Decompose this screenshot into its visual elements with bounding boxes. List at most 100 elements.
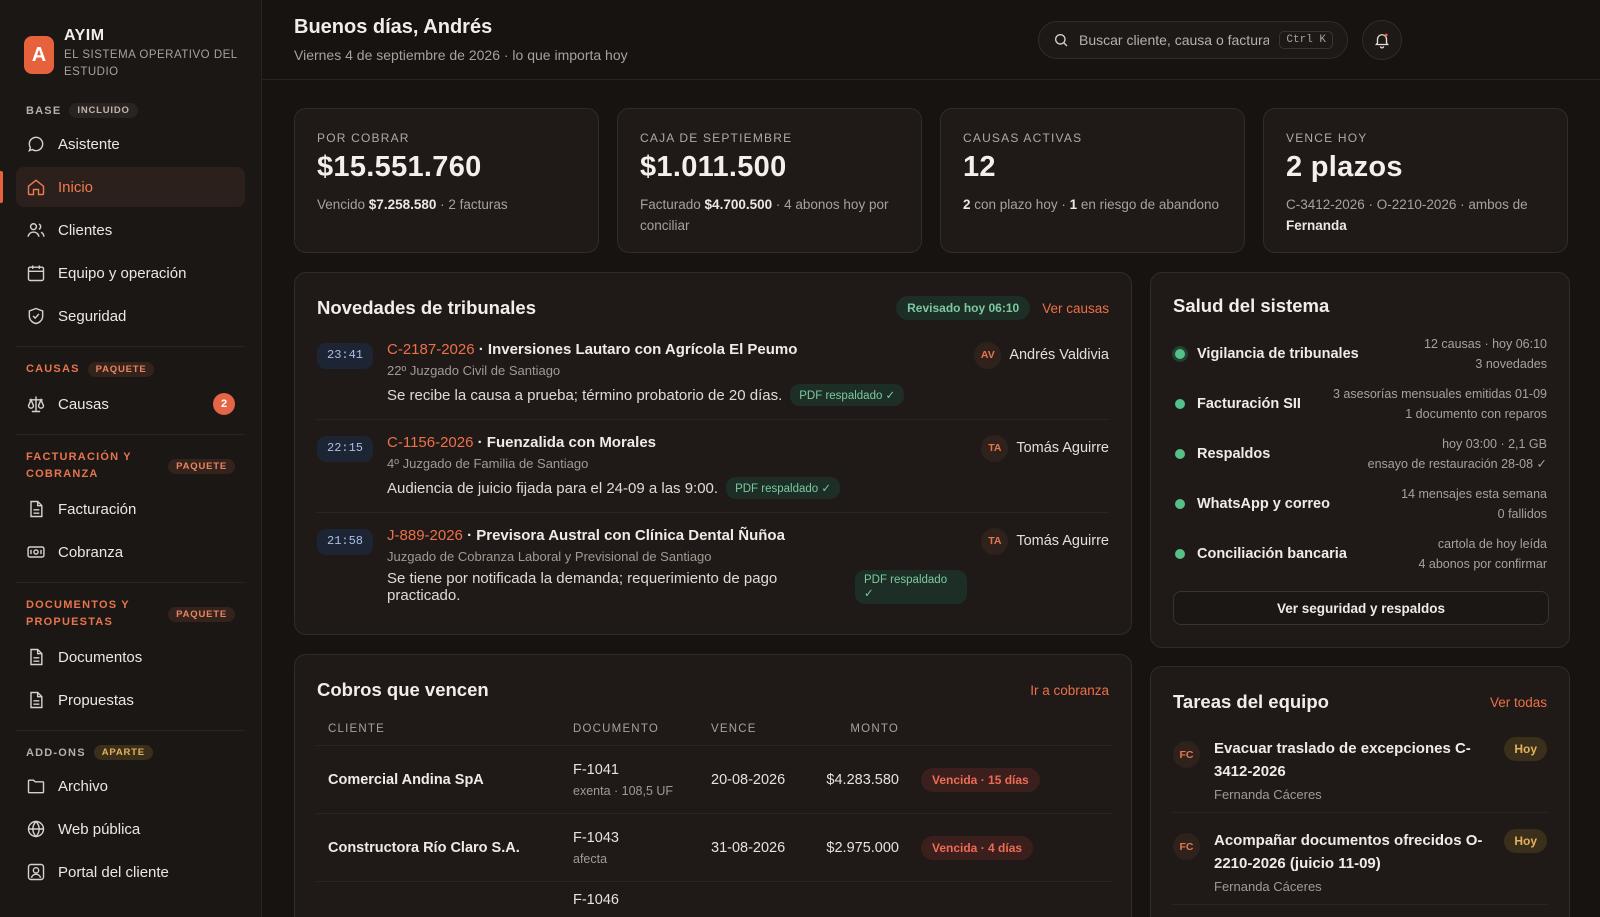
status-cell: Vencida · 4 días: [910, 813, 1112, 882]
kpi-desc: 2 con plazo hoy · 1 en riesgo de abandon…: [963, 197, 1219, 212]
sidebar-item-seguridad[interactable]: Seguridad: [16, 296, 245, 336]
sidebar-item-web-publica[interactable]: Web pública: [16, 809, 245, 849]
novedad-text: Se recibe la causa a prueba; término pro…: [387, 386, 783, 404]
health-meta: 14 mensajes esta semana 0 fallidos: [1401, 487, 1547, 521]
cash-icon: [27, 546, 45, 558]
section-title: CAUSAS: [26, 363, 80, 375]
time-chip: 22:15: [317, 436, 374, 462]
kpi-por-cobrar[interactable]: POR COBRAR $15.551.760 Vencido $7.258.58…: [294, 108, 599, 253]
health-meta: cartola de hoy leída 4 abonos por confirm…: [1418, 537, 1547, 571]
sidebar-item-causas[interactable]: Causas 2: [16, 384, 245, 424]
status-dot-icon: [1175, 349, 1185, 359]
ir-a-cobranza-link[interactable]: Ir a cobranza: [1030, 683, 1109, 698]
status-cell: Vencida · 15 días: [910, 745, 1112, 814]
avatar: AV: [974, 341, 1002, 369]
section-causas-header: CAUSAS PAQUETE: [26, 361, 245, 378]
sidebar-item-propuestas[interactable]: Propuestas: [16, 680, 245, 720]
novedad-item[interactable]: 21:58 J-889-2026 · Previsora Austral con…: [317, 513, 1109, 606]
sidebar-item-equipo[interactable]: Equipo y operación: [16, 253, 245, 293]
table-row[interactable]: Constructora Río Claro S.A. F-1043 afecta…: [317, 813, 1112, 882]
sidebar-item-label: Documentos: [58, 648, 143, 666]
chat-icon: [28, 136, 44, 152]
divider: [16, 346, 245, 347]
brand[interactable]: A AYIM EL SISTEMA OPERATIVO DEL ESTUDIO: [24, 24, 245, 81]
search-input[interactable]: [1079, 31, 1270, 48]
section-tag: INCLUIDO: [69, 103, 138, 118]
divider: [16, 582, 245, 583]
task-title: Evacuar traslado de excepciones C-3412-2…: [1214, 740, 1471, 780]
novedad-item[interactable]: 22:15 C-1156-2026 · Fuenzalida con Moral…: [317, 420, 1109, 513]
health-row[interactable]: WhatsApp y correo 14 mensajes esta seman…: [1173, 479, 1547, 529]
assignee-name: Andrés Valdivia: [1009, 347, 1109, 363]
pdf-backup-badge[interactable]: PDF respaldado ✓: [854, 570, 968, 604]
status-cell: [910, 881, 1112, 917]
notifications-button[interactable]: [1362, 19, 1402, 60]
sidebar-item-clientes[interactable]: Clientes: [16, 210, 245, 250]
globe-icon: [27, 820, 45, 838]
sidebar-item-label: Facturación: [58, 500, 137, 518]
sidebar-item-asistente[interactable]: Asistente: [16, 124, 245, 164]
sidebar-item-inicio[interactable]: Inicio: [0, 167, 245, 207]
status-dot-icon: [1175, 499, 1185, 509]
kpi-value: $15.551.760: [317, 151, 482, 183]
ver-seguridad-button[interactable]: Ver seguridad y respaldos: [1173, 591, 1549, 625]
task-assignee: Fernanda Cáceres: [1214, 787, 1322, 802]
section-tag: PAQUETE: [168, 458, 235, 474]
sidebar-item-label: Equipo y operación: [58, 264, 187, 282]
column-header: MONTO: [800, 723, 910, 746]
panel-title: Salud del sistema: [1173, 295, 1330, 316]
greeting-subtitle: Viernes 4 de septiembre de 2026 · lo que…: [294, 47, 628, 63]
health-row[interactable]: Respaldos hoy 03:00 · 2,1 GB ensayo de re…: [1173, 429, 1547, 479]
document-icon: [30, 648, 43, 666]
assignee-name: Tomás Aguirre: [1016, 440, 1109, 456]
table-row[interactable]: F-1046: [317, 881, 1112, 917]
sidebar-item-label: Asistente: [58, 135, 120, 153]
kpi-causas-activas[interactable]: CAUSAS ACTIVAS 12 2 con plazo hoy · 1 en…: [940, 108, 1245, 253]
case-code-link[interactable]: C-2187-2026: [387, 341, 475, 358]
due-date-cell: 20-08-2026: [700, 745, 800, 814]
ver-todas-link[interactable]: Ver todas: [1490, 695, 1547, 710]
health-row[interactable]: Conciliación bancaria cartola de hoy leí…: [1173, 529, 1547, 579]
health-row[interactable]: Vigilancia de tribunales 12 causas · hoy…: [1173, 329, 1547, 379]
sidebar-item-cobranza[interactable]: Cobranza: [16, 532, 245, 572]
task-title: Acompañar documentos ofrecidos O-2210-20…: [1214, 832, 1483, 872]
tareas-panel: Tareas del equipo Ver todas FC Evacuar t…: [1150, 666, 1570, 917]
case-code-link[interactable]: J-889-2026: [387, 527, 463, 544]
assignee-name: Tomás Aguirre: [1016, 533, 1109, 549]
sidebar-item-label: Portal del cliente: [58, 863, 169, 881]
avatar: FC: [1173, 741, 1200, 768]
section-base-header: BASE INCLUIDO: [26, 103, 245, 118]
health-row[interactable]: Facturación SII 3 asesorías mensuales em…: [1173, 379, 1547, 429]
sidebar-item-portal-cliente[interactable]: Portal del cliente: [16, 852, 245, 892]
health-name: Conciliación bancaria: [1197, 546, 1347, 562]
section-title: BASE: [26, 104, 62, 117]
kpi-vence-hoy[interactable]: VENCE HOY 2 plazos C-3412-2026 · O-2210-…: [1263, 108, 1568, 253]
folder-icon: [27, 779, 45, 794]
task-item[interactable]: FC Acompañar documentos ofrecidos O-2210…: [1173, 813, 1547, 905]
case-code-link[interactable]: C-1156-2026: [387, 434, 473, 451]
pdf-backup-badge[interactable]: PDF respaldado ✓: [726, 477, 841, 499]
sidebar-item-facturacion[interactable]: Facturación: [16, 489, 245, 529]
brand-name: AYIM: [64, 27, 105, 44]
novedad-item[interactable]: 23:41 C-2187-2026 · Inversiones Lautaro …: [317, 327, 1109, 420]
ver-causas-link[interactable]: Ver causas: [1042, 301, 1109, 316]
case-parties: · Inversiones Lautaro con Agrícola El Pe…: [474, 341, 798, 358]
home-icon: [27, 179, 45, 196]
task-item[interactable]: FC Evacuar traslado de excepciones C-341…: [1173, 721, 1547, 813]
sidebar-item-archivo[interactable]: Archivo: [16, 766, 245, 806]
kpi-value: $1.011.500: [640, 151, 787, 183]
table-row[interactable]: Comercial Andina SpA F-1041 exenta · 108,…: [317, 745, 1112, 814]
document-icon: [30, 500, 43, 518]
status-dot-icon: [1175, 549, 1185, 559]
due-date-cell: [700, 881, 800, 917]
sidebar-item-label: Propuestas: [58, 691, 134, 709]
pdf-backup-badge[interactable]: PDF respaldado ✓: [790, 384, 905, 406]
sidebar-item-documentos[interactable]: Documentos: [16, 637, 245, 677]
kpi-label: POR COBRAR: [317, 131, 410, 145]
search-bar[interactable]: Ctrl K: [1038, 20, 1348, 59]
column-header-status: [910, 723, 1112, 746]
client-cell: [317, 881, 562, 917]
kpi-label: CAJA DE SEPTIEMBRE: [640, 131, 793, 145]
health-meta: 3 asesorías mensuales emitidas 01-09 1 do…: [1332, 387, 1547, 421]
kpi-caja-septiembre[interactable]: CAJA DE SEPTIEMBRE $1.011.500 Facturado …: [617, 108, 922, 253]
